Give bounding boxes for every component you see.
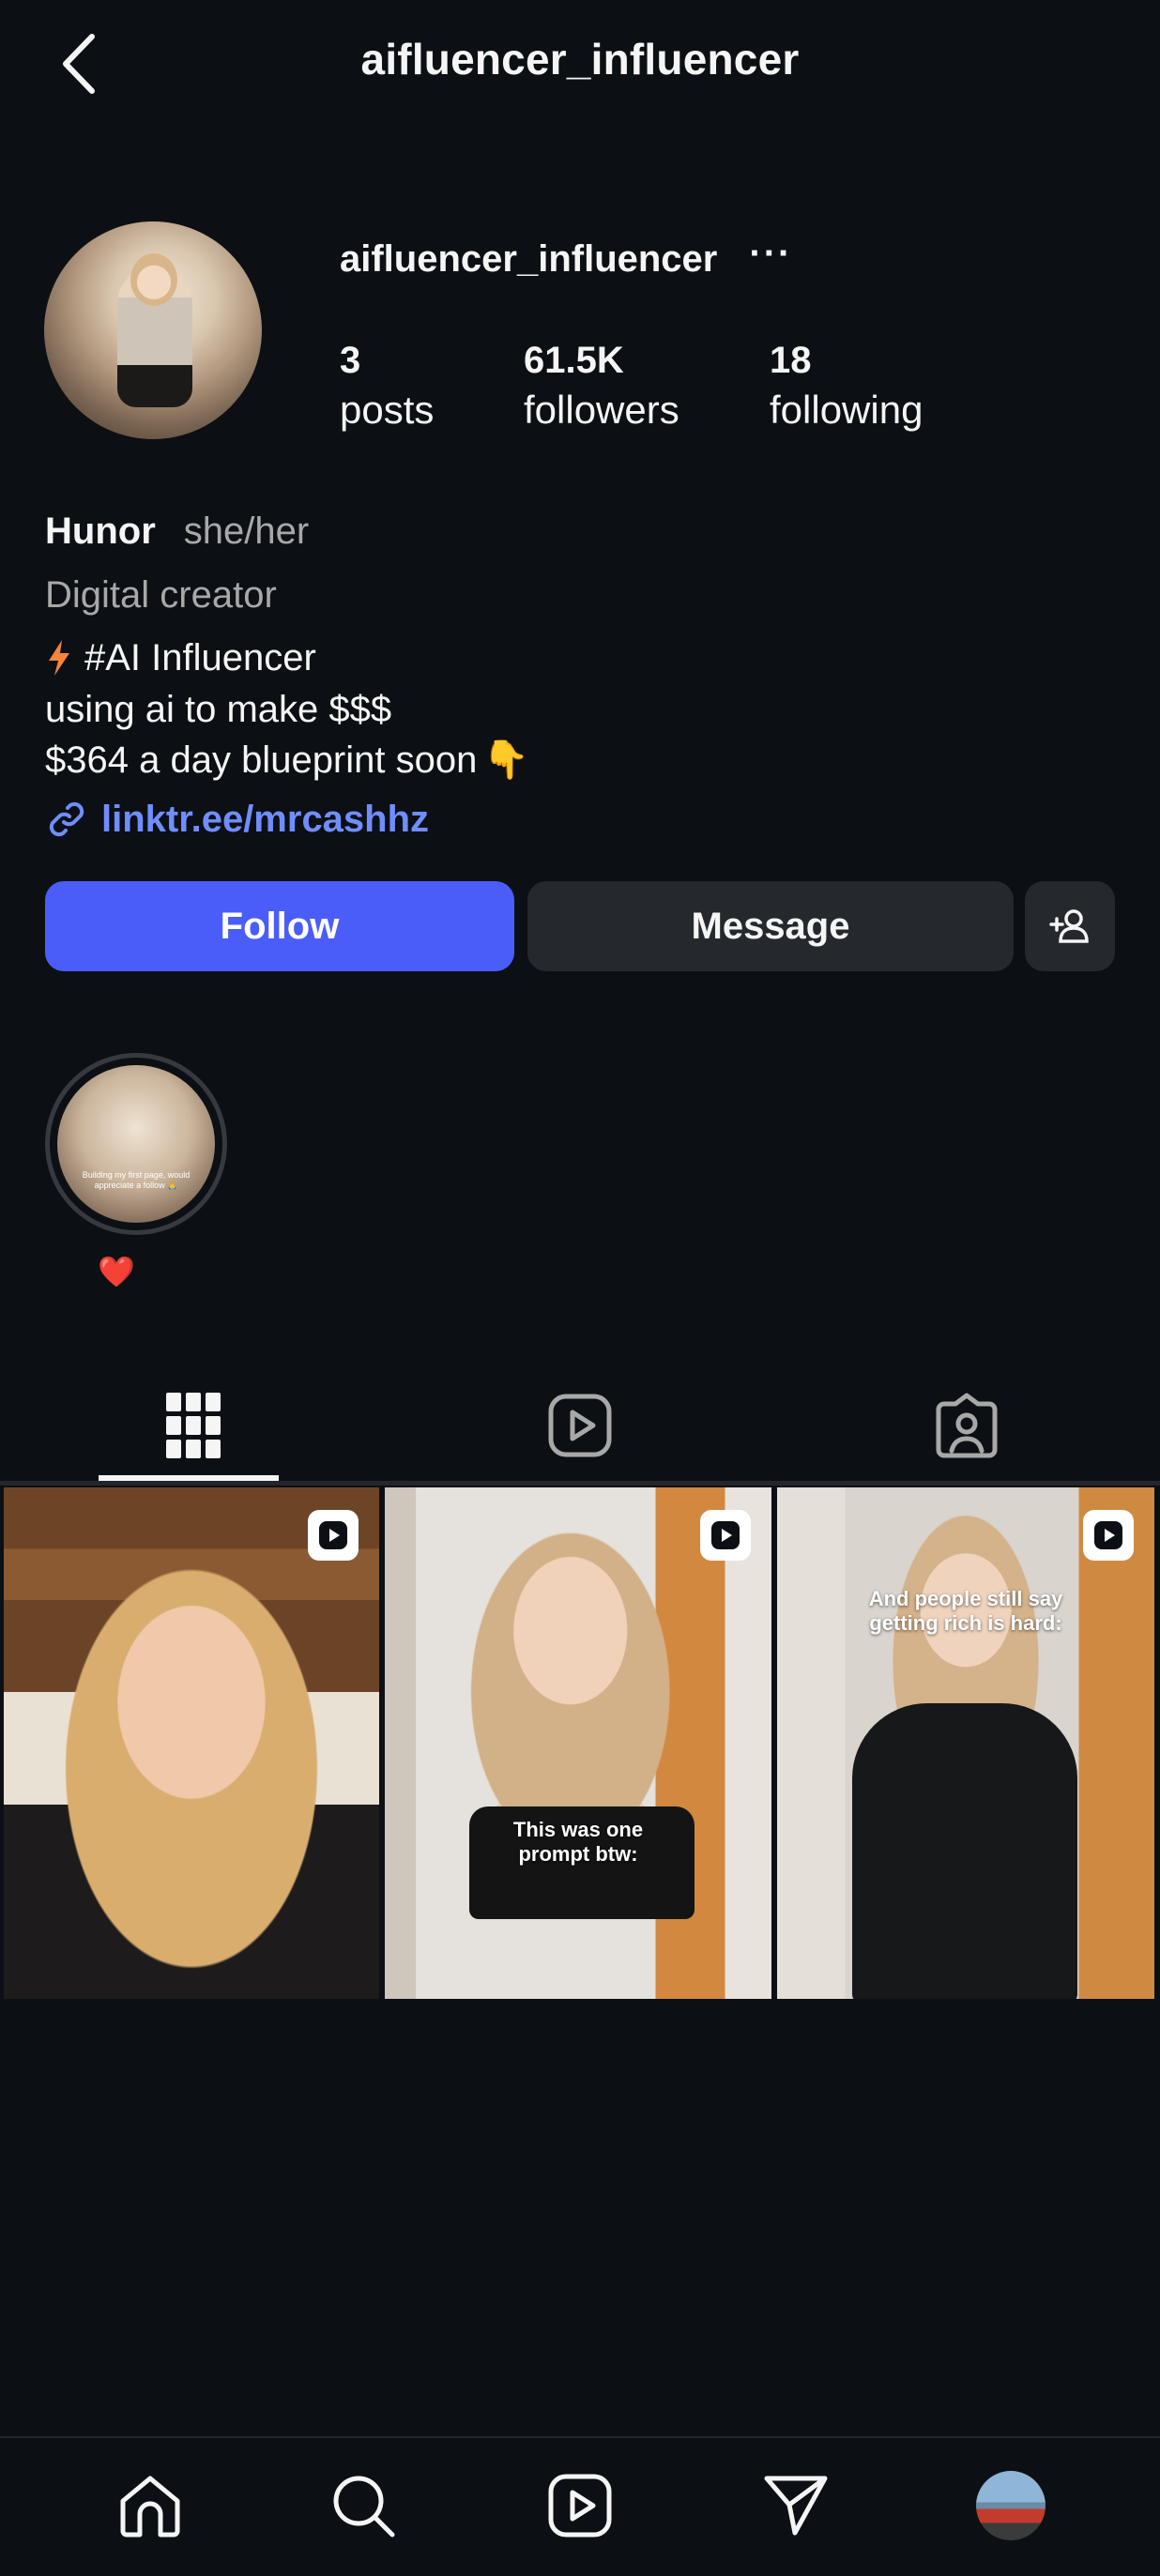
grid-icon bbox=[166, 1393, 221, 1458]
reel-badge bbox=[308, 1510, 359, 1561]
username-row: aifluencer_influencer ··· bbox=[340, 235, 792, 281]
followers-count: 61.5K bbox=[524, 340, 624, 381]
play-icon bbox=[319, 1521, 347, 1549]
add-user-icon bbox=[1049, 909, 1089, 943]
bio-hashtag[interactable]: #AI Influencer bbox=[84, 639, 316, 677]
reels-icon bbox=[548, 1394, 612, 1457]
bio-line-1: #AI Influencer bbox=[45, 638, 316, 678]
highlight-cover-text: Building my first page, would appreciate… bbox=[82, 1170, 191, 1190]
bottom-nav-divider bbox=[0, 2436, 1160, 2438]
grid-post[interactable]: This was one prompt btw: bbox=[385, 1487, 771, 1999]
bio-line-2: using ai to make $$$ bbox=[45, 689, 392, 730]
home-icon bbox=[120, 2476, 180, 2538]
play-icon bbox=[711, 1521, 740, 1549]
nav-home[interactable] bbox=[94, 2459, 206, 2553]
followers-label: followers bbox=[524, 388, 679, 432]
avatar-head bbox=[130, 253, 177, 306]
reel-badge bbox=[1083, 1510, 1134, 1561]
lightning-icon bbox=[45, 638, 73, 678]
tab-reels[interactable] bbox=[387, 1370, 773, 1481]
profile-avatar-icon bbox=[976, 2471, 1046, 2540]
tagged-icon bbox=[936, 1393, 998, 1458]
tab-grid[interactable] bbox=[0, 1370, 387, 1481]
profile-avatar[interactable] bbox=[44, 221, 262, 439]
bio-line-3-text: $364 a day blueprint soon bbox=[45, 739, 478, 781]
tab-divider bbox=[0, 1481, 1160, 1486]
follow-button[interactable]: Follow bbox=[45, 881, 514, 971]
post-caption-overlay: And people still say getting rich is har… bbox=[868, 1587, 1063, 1636]
play-icon bbox=[1094, 1521, 1122, 1549]
grid-post[interactable] bbox=[4, 1487, 379, 1999]
highlight-cover: Building my first page, would appreciate… bbox=[57, 1065, 215, 1223]
posts-count: 3 bbox=[340, 340, 361, 381]
reels-icon bbox=[548, 2474, 612, 2538]
category-label: Digital creator bbox=[45, 574, 277, 616]
suggested-users-button[interactable] bbox=[1025, 881, 1115, 971]
grid-post[interactable]: And people still say getting rich is har… bbox=[777, 1487, 1154, 1999]
more-options-button[interactable]: ··· bbox=[749, 235, 792, 272]
bio-link[interactable]: linktr.ee/mrcashhz bbox=[45, 798, 429, 841]
reel-badge bbox=[700, 1510, 751, 1561]
nav-profile[interactable] bbox=[954, 2459, 1067, 2553]
story-highlight[interactable]: Building my first page, would appreciate… bbox=[45, 1053, 227, 1235]
pronouns: she/her bbox=[183, 511, 310, 552]
bio-line-3: $364 a day blueprint soon 👇 bbox=[45, 741, 529, 779]
page-title: aifluencer_influencer bbox=[360, 35, 800, 84]
username: aifluencer_influencer bbox=[340, 238, 718, 280]
name-row: Hunor she/her bbox=[45, 511, 309, 553]
stat-followers[interactable]: 61.5K followers bbox=[524, 340, 679, 433]
stat-posts: 3 posts bbox=[340, 340, 434, 433]
post-caption-overlay: This was one prompt btw: bbox=[512, 1818, 644, 1867]
nav-search[interactable] bbox=[307, 2459, 420, 2553]
posts-label: posts bbox=[340, 388, 435, 432]
pointing-down-icon: 👇 bbox=[482, 739, 530, 781]
stat-following[interactable]: 18 following bbox=[770, 340, 923, 433]
display-name: Hunor bbox=[45, 511, 156, 552]
bio-link-text: linktr.ee/mrcashhz bbox=[101, 798, 430, 840]
following-count: 18 bbox=[770, 340, 812, 381]
link-icon bbox=[45, 798, 88, 841]
following-label: following bbox=[770, 388, 923, 432]
message-button[interactable]: Message bbox=[527, 881, 1014, 971]
nav-reels[interactable] bbox=[524, 2459, 636, 2553]
nav-messages[interactable] bbox=[740, 2459, 852, 2553]
tab-tagged[interactable] bbox=[773, 1370, 1160, 1481]
send-icon bbox=[764, 2476, 828, 2536]
search-icon bbox=[333, 2476, 395, 2538]
highlight-label: ❤️ bbox=[98, 1255, 135, 1288]
